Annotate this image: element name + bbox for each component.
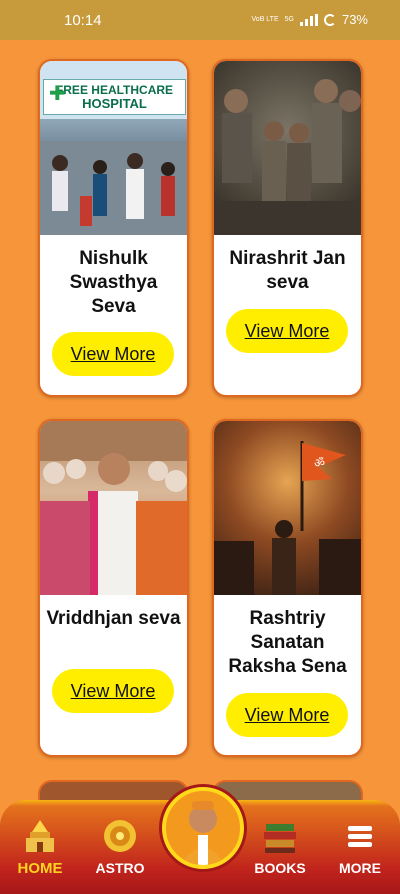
books-icon [260,818,300,854]
card-title: Vriddhjan seva [46,608,181,629]
svg-text:ॐ: ॐ [314,456,325,470]
nav-astro[interactable]: ASTRO [80,818,160,876]
card-nishulk-swasthya-seva[interactable]: ✚ FREE HEALTHCARE HOSPITAL Nishulk Swast… [38,59,189,397]
warriors-image: ॐ [214,421,361,595]
signal-icon [299,13,318,26]
group-illustration [40,421,187,595]
card-title: Nishulk Swasthya Seva [69,248,158,317]
nav-label: BOOKS [254,860,306,876]
hospital-sign: ✚ FREE HEALTHCARE HOSPITAL [43,79,186,115]
army-illustration: ॐ [214,441,361,595]
view-more-button[interactable]: View More [226,693,348,737]
medical-cross-icon: ✚ [49,83,66,105]
nav-label: HOME [17,860,63,877]
sign-line-2: HOSPITAL [82,96,147,111]
card-title: Rashtriy Sanatan Raksha Sena [228,608,347,677]
network-5g-label: 5G [284,16,294,23]
battery-percent: 73% [341,12,368,27]
guru-avatar-icon [180,801,226,865]
crowd-illustration [40,141,187,235]
view-more-button[interactable]: View More [52,332,174,376]
temple-icon [20,818,60,854]
nav-label: ASTRO [95,860,145,876]
view-more-button[interactable]: View More [52,669,174,713]
network-label: VoB LTE [251,16,279,23]
hospital-image: ✚ FREE HEALTHCARE HOSPITAL [40,61,187,235]
nav-home[interactable]: HOME [0,818,80,877]
card-vriddhjan-seva[interactable]: Vriddhjan seva View More [38,419,189,757]
card-rashtriy-sanatan-raksha-sena[interactable]: ॐ Rashtriy Sanatan Raksha Sena View More [212,419,363,757]
astro-wheel-icon [100,818,140,854]
status-icons: VoB LTE 5G 73% [252,12,368,27]
menu-icon [340,818,380,854]
status-time: 10:14 [64,12,102,29]
elderly-women-image [40,421,187,595]
nav-more[interactable]: MORE [320,818,400,876]
poor-family-image [214,61,361,235]
card-nirashrit-jan-seva[interactable]: Nirashrit Jan seva View More [212,59,363,397]
profile-avatar-button[interactable] [162,787,244,869]
view-more-button[interactable]: View More [226,309,348,353]
battery-icon [323,13,336,26]
card-title: Nirashrit Jan seva [229,248,346,293]
status-bar: 10:14 VoB LTE 5G 73% [0,0,400,40]
nav-books[interactable]: BOOKS [240,818,320,876]
people-illustration [214,79,361,235]
nav-label: MORE [339,860,381,876]
